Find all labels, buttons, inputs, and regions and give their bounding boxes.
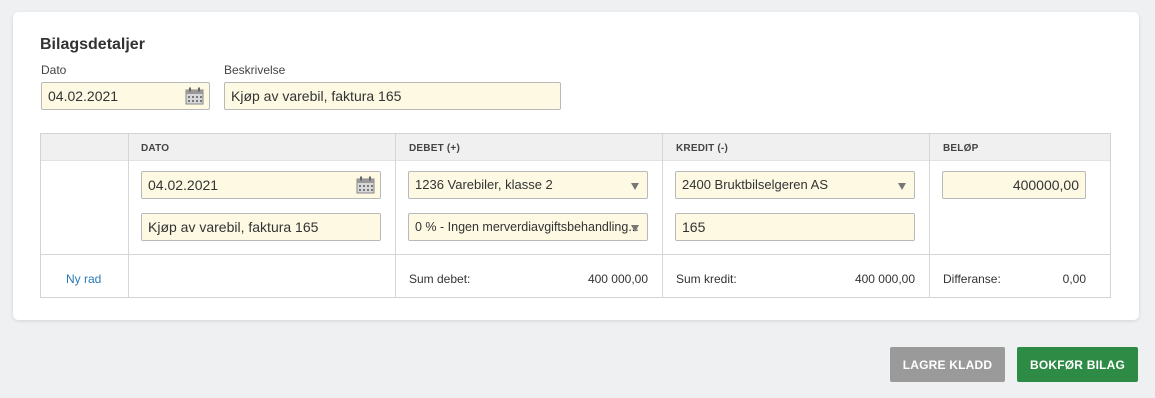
chevron-down-icon: [631, 183, 639, 190]
description-value: Kjøp av varebil, faktura 165: [231, 88, 402, 104]
voucher-details-card: Bilagsdetaljer Dato 04.02.2021 Beskrivel…: [13, 12, 1139, 320]
save-draft-button[interactable]: LAGRE KLADD: [890, 347, 1005, 382]
row-description-value: Kjøp av varebil, faktura 165: [148, 219, 319, 235]
description-field[interactable]: Kjøp av varebil, faktura 165: [224, 82, 561, 110]
column-divider: [395, 134, 396, 297]
sum-kredit-value: 400 000,00: [854, 272, 915, 286]
header-kredit: KREDIT (-): [676, 143, 728, 154]
calendar-icon[interactable]: [185, 87, 204, 105]
kredit-reference-field[interactable]: 165: [675, 213, 915, 241]
post-voucher-button[interactable]: BOKFØR BILAG: [1017, 347, 1138, 382]
date-label: Dato: [41, 63, 67, 77]
new-row-link[interactable]: Ny rad: [66, 272, 101, 286]
sum-kredit-label: Sum kredit:: [676, 272, 737, 286]
sum-debet-label: Sum debet:: [409, 272, 471, 286]
header-amount: BELØP: [943, 143, 979, 154]
kredit-reference-value: 165: [682, 219, 706, 235]
kredit-account-value: 2400 Bruktbilselgeren AS: [682, 177, 828, 192]
column-divider: [128, 134, 129, 297]
date-field[interactable]: 04.02.2021: [41, 82, 210, 110]
difference-value: 0,00: [1062, 272, 1086, 286]
vat-code-value: 0 % - Ingen merverdiavgiftsbehandling...: [415, 220, 639, 234]
chevron-down-icon: [898, 183, 906, 190]
debet-account-select[interactable]: 1236 Varebiler, klasse 2: [408, 171, 648, 199]
chevron-down-icon: [631, 225, 639, 232]
row-date-value: 04.02.2021: [148, 177, 219, 193]
sum-debet-value: 400 000,00: [587, 272, 648, 286]
debet-account-value: 1236 Varebiler, klasse 2: [415, 177, 553, 192]
calendar-icon[interactable]: [356, 176, 375, 194]
entries-table: DATO DEBET (+) KREDIT (-) BELØP 04.02.20…: [40, 133, 1111, 298]
date-value: 04.02.2021: [48, 88, 119, 104]
amount-value: 400000,00: [1012, 177, 1079, 193]
footer-divider: [41, 254, 1110, 255]
description-label: Beskrivelse: [224, 63, 286, 77]
row-description-field[interactable]: Kjøp av varebil, faktura 165: [141, 213, 381, 241]
column-divider: [929, 134, 930, 297]
amount-field[interactable]: 400000,00: [942, 171, 1086, 199]
card-title: Bilagsdetaljer: [40, 36, 145, 53]
kredit-account-select[interactable]: 2400 Bruktbilselgeren AS: [675, 171, 915, 199]
row-date-field[interactable]: 04.02.2021: [141, 171, 381, 199]
column-divider: [662, 134, 663, 297]
header-date: DATO: [141, 143, 170, 154]
vat-code-select[interactable]: 0 % - Ingen merverdiavgiftsbehandling...: [408, 213, 648, 241]
difference-label: Differanse:: [943, 272, 1001, 286]
header-debet: DEBET (+): [409, 143, 460, 154]
